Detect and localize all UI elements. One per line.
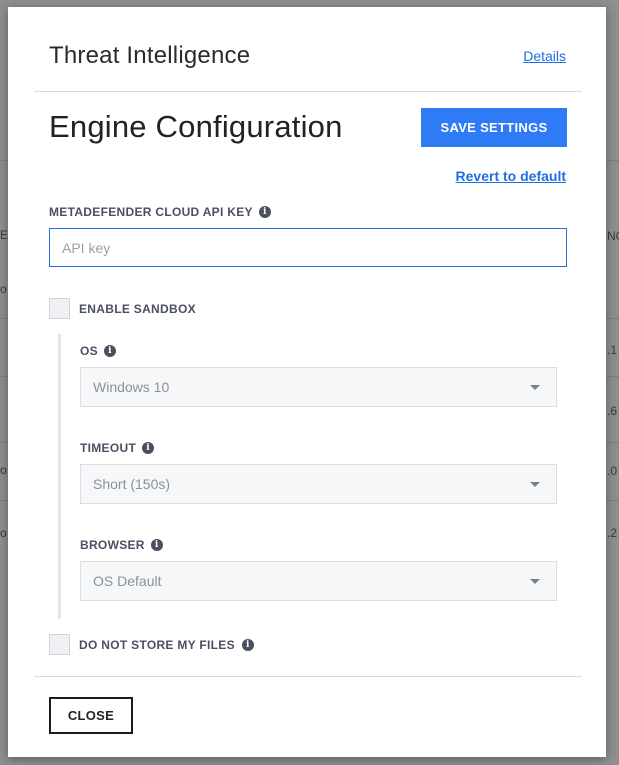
os-label-text: OS xyxy=(80,344,98,358)
timeout-label-text: TIMEOUT xyxy=(80,441,137,455)
background-text-fragment: o xyxy=(0,282,7,296)
do-not-store-label-text: DO NOT STORE MY FILES xyxy=(79,638,235,652)
enable-sandbox-label-text: ENABLE SANDBOX xyxy=(79,302,196,316)
api-key-label: METADEFENDER CLOUD API KEY i xyxy=(49,205,271,219)
sandbox-options-indent xyxy=(58,334,61,619)
info-icon[interactable]: i xyxy=(142,442,155,454)
section-title: Engine Configuration xyxy=(49,109,343,144)
info-icon[interactable]: i xyxy=(103,345,116,357)
api-key-label-text: METADEFENDER CLOUD API KEY xyxy=(49,205,253,219)
chevron-down-icon xyxy=(530,385,540,390)
chevron-down-icon xyxy=(530,482,540,487)
do-not-store-label[interactable]: DO NOT STORE MY FILES i xyxy=(79,638,254,652)
enable-sandbox-label[interactable]: ENABLE SANDBOX xyxy=(79,302,196,316)
background-text-fragment: .0 xyxy=(607,464,618,478)
enable-sandbox-checkbox[interactable] xyxy=(49,298,70,319)
info-icon[interactable]: i xyxy=(150,539,163,551)
timeout-label: TIMEOUT i xyxy=(80,441,155,455)
do-not-store-checkbox[interactable] xyxy=(49,634,70,655)
close-button[interactable]: CLOSE xyxy=(49,697,133,734)
save-settings-button[interactable]: SAVE SETTINGS xyxy=(421,108,567,147)
timeout-select[interactable]: Short (150s) xyxy=(80,464,557,504)
details-link[interactable]: Details xyxy=(523,48,566,64)
browser-select[interactable]: OS Default xyxy=(80,561,557,601)
header-divider xyxy=(34,91,582,92)
modal-title: Threat Intelligence xyxy=(49,42,251,69)
background-text-fragment: NG xyxy=(607,229,619,243)
api-key-input[interactable] xyxy=(49,228,567,267)
background-text-fragment: E xyxy=(0,228,9,242)
os-select[interactable]: Windows 10 xyxy=(80,367,557,407)
threat-intelligence-modal: Threat Intelligence Details Engine Confi… xyxy=(8,7,606,757)
os-select-value: Windows 10 xyxy=(93,379,170,395)
info-icon[interactable]: i xyxy=(258,206,271,218)
os-label: OS i xyxy=(80,344,116,358)
browser-label-text: BROWSER xyxy=(80,538,145,552)
timeout-select-value: Short (150s) xyxy=(93,476,171,492)
background-text-fragment: o xyxy=(0,526,7,540)
revert-to-default-link[interactable]: Revert to default xyxy=(456,168,566,184)
background-text-fragment: .6 xyxy=(607,404,618,418)
chevron-down-icon xyxy=(530,579,540,584)
browser-label: BROWSER i xyxy=(80,538,163,552)
info-icon[interactable]: i xyxy=(241,639,254,651)
background-text-fragment: .1 xyxy=(607,343,618,357)
background-text-fragment: o xyxy=(0,463,7,477)
background-text-fragment: .2 xyxy=(607,526,618,540)
browser-select-value: OS Default xyxy=(93,573,162,589)
footer-divider xyxy=(34,676,582,677)
